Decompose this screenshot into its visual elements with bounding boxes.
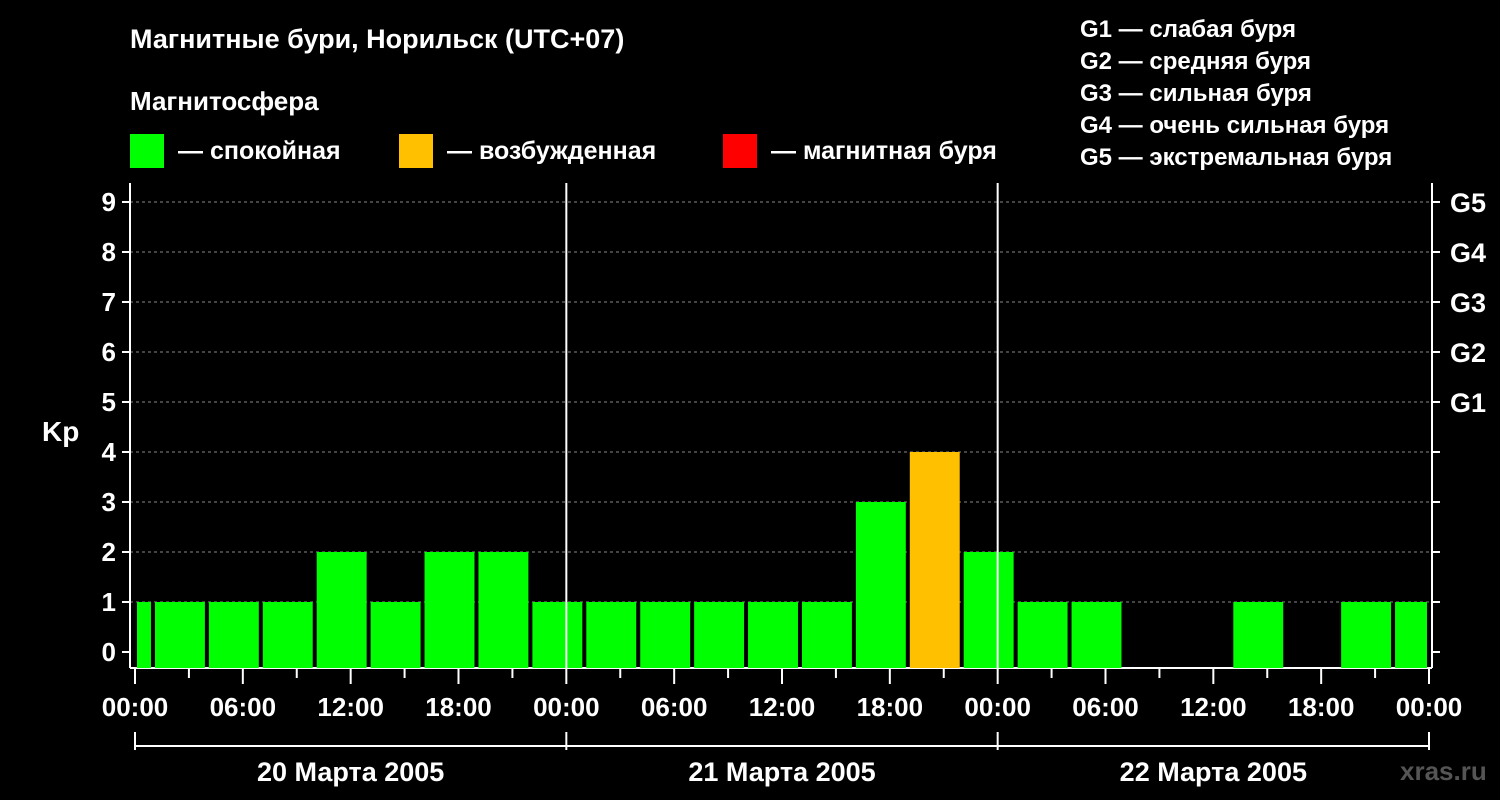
y-axis-label: Kp (42, 416, 79, 447)
kp-bar (640, 602, 691, 668)
kp-bar (694, 602, 745, 668)
kp-bar (1017, 602, 1068, 668)
x-tick-label: 00:00 (533, 692, 600, 722)
kp-bar (909, 452, 960, 668)
kp-chart: 0 1 2 3 4 5 6 7 8 9 G1 G2 G3 G4 G5 Kp 00:00 06:00 12:00 18:… (42, 183, 1486, 787)
g-tick-label: G2 (1450, 338, 1486, 368)
y-tick-label: 3 (102, 487, 116, 517)
watermark: xras.ru (1400, 756, 1487, 786)
y-tick-label: 6 (102, 337, 116, 367)
x-tick-label: 12:00 (749, 692, 816, 722)
g-tick-label: G1 (1450, 388, 1486, 418)
y-tick-label: 2 (102, 537, 116, 567)
x-tick-label: 00:00 (1396, 692, 1463, 722)
g-tick-label: G5 (1450, 188, 1486, 218)
y-tick-label: 1 (102, 587, 116, 617)
y-tick-label: 9 (102, 187, 116, 217)
y-tick-label: 5 (102, 387, 116, 417)
kp-bar (262, 602, 313, 668)
y-tick-label: 8 (102, 237, 116, 267)
kp-bar (137, 602, 151, 668)
kp-bar (1071, 602, 1122, 668)
kp-bar (1395, 602, 1427, 668)
x-tick-label: 12:00 (1180, 692, 1247, 722)
x-tick-label: 00:00 (102, 692, 169, 722)
kp-bar (586, 602, 637, 668)
x-tick-label: 00:00 (964, 692, 1031, 722)
x-tick-label: 18:00 (1288, 692, 1355, 722)
x-tick-label: 06:00 (641, 692, 708, 722)
kp-bar (532, 602, 583, 668)
kp-bar (1341, 602, 1392, 668)
day-label: 22 Марта 2005 (1120, 757, 1307, 787)
y-tick-label: 4 (102, 437, 117, 467)
x-tick-label: 06:00 (210, 692, 277, 722)
kp-bar (478, 552, 529, 668)
kp-bar (154, 602, 205, 668)
y-tick-label: 7 (102, 287, 116, 317)
kp-bar (801, 602, 852, 668)
g-tick-label: G4 (1450, 238, 1486, 268)
day-label: 21 Марта 2005 (688, 757, 875, 787)
kp-bar (855, 502, 906, 668)
kp-bar (1233, 602, 1284, 668)
g-tick-label: G3 (1450, 288, 1486, 318)
kp-bar (208, 602, 259, 668)
kp-bar (748, 602, 798, 668)
x-tick-label: 18:00 (425, 692, 492, 722)
y-tick-label: 0 (102, 637, 116, 667)
x-tick-label: 18:00 (857, 692, 924, 722)
kp-bar (316, 552, 367, 668)
kp-bar (370, 602, 421, 668)
x-tick-label: 12:00 (317, 692, 384, 722)
day-label: 20 Марта 2005 (257, 757, 444, 787)
kp-bar (424, 552, 475, 668)
x-tick-label: 06:00 (1072, 692, 1139, 722)
kp-bar (963, 552, 1014, 668)
